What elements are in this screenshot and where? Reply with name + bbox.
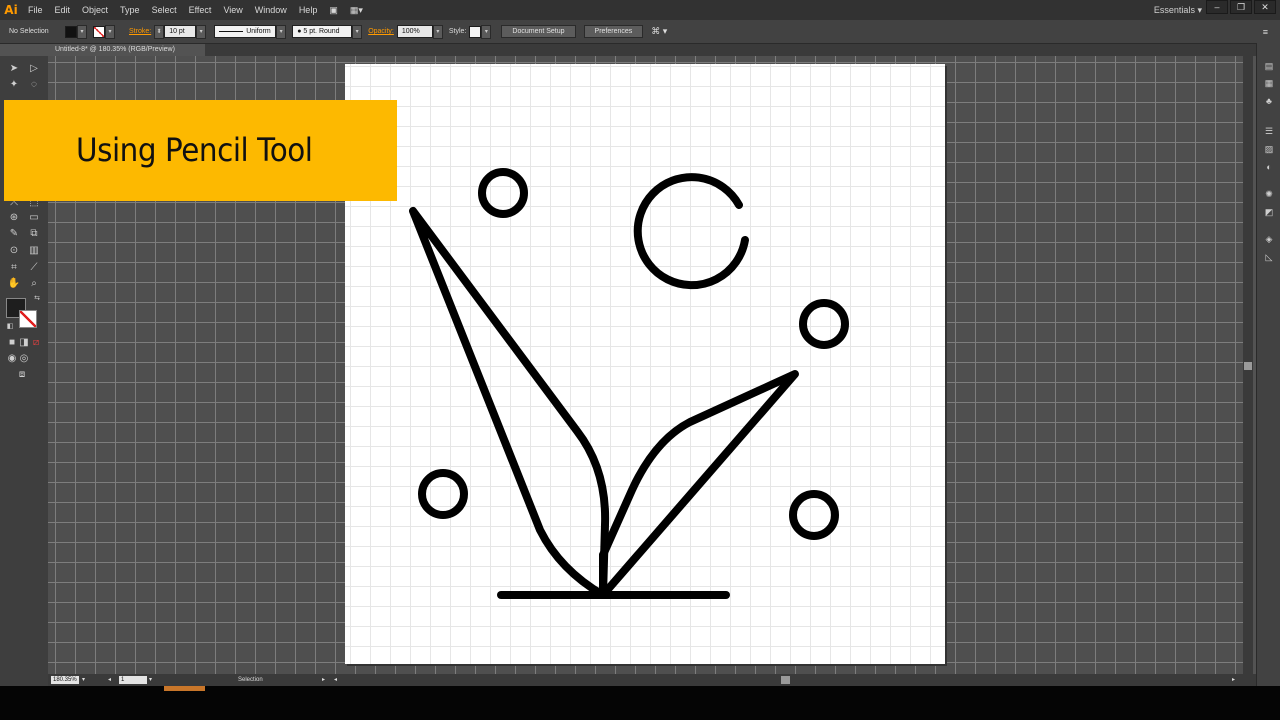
right-leaf[interactable] — [599, 370, 799, 599]
dot-left[interactable] — [418, 469, 468, 519]
vertical-scroll-thumb[interactable] — [1244, 362, 1252, 370]
zoom-level-field[interactable]: 180.35% — [51, 676, 79, 684]
symbols-panel-icon[interactable]: ▨ — [1262, 143, 1276, 155]
swatches-panel-icon[interactable]: ♣ — [1262, 95, 1276, 107]
dot-top-left[interactable] — [478, 168, 528, 218]
brushes-panel-icon[interactable]: ☰ — [1262, 125, 1276, 137]
title-card: Using Pencil Tool — [4, 100, 397, 201]
status-bar: 180.35% ▾ ◂ 1 ▾ Selection ▸ ◂ ▸ — [48, 674, 1256, 686]
horizontal-scroll-thumb[interactable] — [781, 676, 790, 684]
scroll-right-icon[interactable]: ▸ — [1232, 674, 1235, 686]
color-guide-icon[interactable]: ▦ — [1262, 77, 1276, 89]
graphic-styles-panel-icon[interactable]: ◩ — [1262, 206, 1276, 218]
artboards-panel-icon[interactable]: ◺ — [1262, 251, 1276, 263]
dot-right[interactable] — [799, 299, 849, 349]
open-circle[interactable] — [633, 173, 749, 290]
zoom-dropdown[interactable]: ▾ — [82, 676, 85, 684]
vertical-scrollbar[interactable] — [1243, 56, 1253, 674]
video-progress-indicator — [164, 686, 205, 691]
scroll-left-icon[interactable]: ◂ — [334, 674, 337, 686]
stroke-panel-icon[interactable]: ◐ — [1262, 161, 1276, 173]
current-tool-status: Selection — [238, 677, 263, 683]
panel-dock: ▤ ▦ ♣ ☰ ▨ ◐ ✺ ◩ ◈ ◺ — [1256, 43, 1280, 686]
title-card-text: Using Pencil Tool — [76, 131, 313, 169]
artboard-number-field[interactable]: 1 — [119, 676, 147, 684]
artboard-dropdown[interactable]: ▾ — [149, 676, 152, 684]
appearance-panel-icon[interactable]: ✺ — [1262, 188, 1276, 200]
color-panel-icon[interactable]: ▤ — [1262, 60, 1276, 72]
previous-artboard-icon[interactable]: ◂ — [108, 676, 111, 684]
status-menu-icon[interactable]: ▸ — [322, 674, 325, 686]
video-bottom-bar — [0, 686, 1280, 720]
dot-bottom-right[interactable] — [789, 490, 839, 540]
left-leaf[interactable] — [409, 207, 610, 599]
layers-panel-icon[interactable]: ◈ — [1262, 233, 1276, 245]
